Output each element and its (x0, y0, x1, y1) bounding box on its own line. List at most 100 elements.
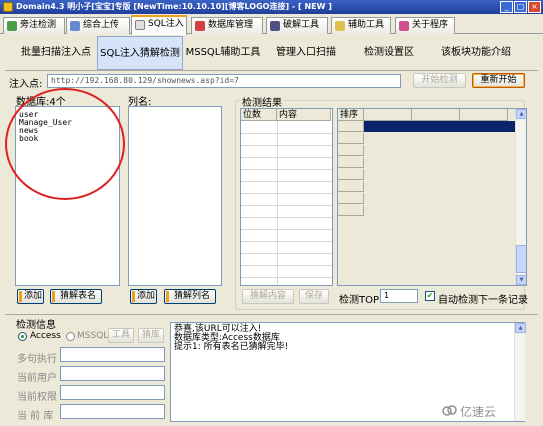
top-count-input[interactable]: 1 (380, 289, 418, 303)
row-header[interactable] (338, 133, 364, 144)
row-header[interactable] (338, 157, 364, 168)
tab-label: 辅助工具 (348, 20, 385, 30)
auto-next-checkbox[interactable]: ✔ (425, 291, 435, 301)
tab-label: 综合上传 (83, 20, 120, 30)
column-list[interactable] (128, 106, 222, 286)
results-group-title: 检测结果 (240, 94, 284, 109)
tab-db-manage[interactable]: 数据库管理 (191, 17, 263, 34)
minimize-button[interactable]: _ (500, 1, 513, 13)
tab-label: 关于程序 (412, 20, 449, 30)
grid-row (241, 145, 332, 146)
row-header[interactable] (338, 121, 364, 132)
message-scrollbar[interactable]: ▲ (514, 323, 526, 421)
sort-scrollbar[interactable]: ▲ ▼ (515, 109, 526, 285)
scroll-thumb[interactable] (516, 245, 526, 273)
multi-sentence-label: 多句执行 (17, 354, 57, 365)
grid-row (241, 241, 332, 242)
info-icon (399, 21, 409, 31)
tab-crack-tools[interactable]: 破解工具 (266, 17, 328, 34)
sort-header[interactable]: 排序 (338, 109, 364, 121)
sort-col-header[interactable] (460, 109, 508, 121)
scroll-up-arrow[interactable]: ▲ (516, 109, 526, 119)
guess-db-button[interactable]: 猜库 (138, 328, 164, 343)
subtab-mssql-tools[interactable]: MSSQL辅助工具 (185, 36, 261, 70)
tab-about[interactable]: 关于程序 (395, 17, 455, 34)
row-header[interactable] (338, 169, 364, 180)
row-header[interactable] (338, 193, 364, 204)
selected-row[interactable] (364, 121, 526, 132)
tab-label: 旁注检测 (20, 20, 57, 30)
title-bar: Domain4.3 明小子[宝宝]专版 [NewTime:10.10.10][博… (0, 0, 543, 14)
app-icon (3, 2, 13, 12)
key-icon (270, 21, 280, 31)
col-content-header[interactable]: 内容 (277, 109, 331, 121)
start-detect-button[interactable]: 开始检测 (413, 73, 466, 88)
tab-aux-tools[interactable]: 辅助工具 (331, 17, 391, 34)
grid-row (241, 133, 332, 134)
tools-button[interactable]: 工具 (108, 328, 134, 343)
close-button[interactable]: × (528, 1, 541, 13)
row-header[interactable] (338, 181, 364, 192)
sort-grid[interactable]: 排序 ▲ ▼ (337, 108, 527, 286)
inject-url-input[interactable]: http://192.168.80.129/shownews.asp?id=7 (47, 74, 401, 88)
tab-side-detect[interactable]: 旁注检测 (3, 17, 65, 34)
row-header[interactable] (338, 205, 364, 216)
scroll-down-arrow[interactable]: ▼ (516, 275, 526, 285)
list-item[interactable]: book (19, 135, 119, 143)
subtab-feature-intro[interactable]: 该板块功能介绍 (435, 36, 517, 70)
subtab-settings[interactable]: 检测设置区 (357, 36, 421, 70)
grid-row (241, 193, 332, 194)
tab-label: 数据库管理 (208, 20, 254, 30)
mssql-radio[interactable] (66, 332, 75, 341)
grid-row (241, 181, 332, 182)
current-db-field[interactable] (60, 404, 165, 419)
inject-point-label: 注入点: (9, 79, 43, 90)
restart-button[interactable]: 重新开始 (472, 73, 525, 88)
grid-row (241, 265, 332, 266)
grid-row (241, 277, 332, 278)
message-line: 提示1: 所有表名已猜解完毕! (174, 342, 289, 352)
guess-tables-button[interactable]: 猜解表名 (50, 289, 102, 304)
mssql-radio-label: MSSQL (77, 331, 109, 341)
col-position-header[interactable]: 位数 (241, 109, 277, 121)
current-user-field[interactable] (60, 366, 165, 381)
guess-columns-button[interactable]: 猜解列名 (164, 289, 216, 304)
sql-icon (135, 20, 145, 30)
access-radio-label: Access (30, 331, 61, 341)
detect-info-title: 检测信息 (16, 320, 56, 331)
maximize-button[interactable]: □ (514, 1, 527, 13)
top-label: 检测TOP: (339, 295, 383, 306)
subtab-batch-scan[interactable]: 批量扫描注入点 (11, 36, 101, 70)
auto-next-label: 自动检测下一条记录 (438, 295, 528, 306)
grid-row (241, 253, 332, 254)
current-priv-field[interactable] (60, 385, 165, 400)
row-header[interactable] (338, 145, 364, 156)
sort-col-header[interactable] (364, 109, 412, 121)
main-tab-bar: 旁注检测 综合上传 SQL注入 数据库管理 破解工具 辅助工具 关于程序 (0, 14, 543, 35)
wrench-icon (335, 21, 345, 31)
grid-row (241, 229, 332, 230)
multi-sentence-field[interactable] (60, 347, 165, 362)
watermark-text: 亿速云 (460, 405, 497, 419)
save-button[interactable]: 保存 (299, 289, 329, 304)
current-db-label: 当 前 库 (17, 411, 54, 422)
add-table-button[interactable]: 添加 (17, 289, 44, 304)
tab-upload[interactable]: 综合上传 (66, 17, 130, 34)
database-list[interactable]: user Manage_User news book (15, 106, 120, 286)
results-grid[interactable]: 位数 内容 (240, 108, 333, 286)
guess-content-button[interactable]: 猜解内容 (242, 289, 294, 304)
sub-tab-bar: 批量扫描注入点 SQL注入猜解检测 MSSQL辅助工具 管理入口扫描 检测设置区… (5, 36, 538, 70)
grid-row (241, 205, 332, 206)
access-radio[interactable] (18, 332, 27, 341)
grid-row (241, 157, 332, 158)
current-priv-label: 当前权限 (17, 392, 57, 403)
sort-col-header[interactable] (412, 109, 460, 121)
scroll-up-arrow[interactable]: ▲ (515, 323, 526, 333)
subtab-sql-guess[interactable]: SQL注入猜解检测 (97, 36, 183, 70)
window-title: Domain4.3 明小子[宝宝]专版 [NewTime:10.10.10][博… (16, 2, 332, 11)
subtab-admin-scan[interactable]: 管理入口扫描 (271, 36, 341, 70)
add-column-button[interactable]: 添加 (130, 289, 157, 304)
yisu-logo-icon (442, 405, 457, 416)
tab-label: SQL注入 (148, 19, 184, 29)
tab-sql-injection[interactable]: SQL注入 (131, 15, 187, 35)
